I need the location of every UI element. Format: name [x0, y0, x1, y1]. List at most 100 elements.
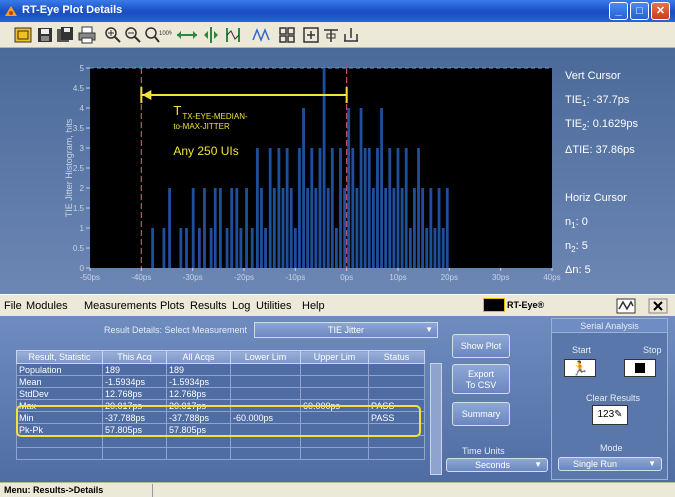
summary-button[interactable]: Summary — [452, 402, 510, 426]
maximize-button[interactable]: □ — [630, 2, 649, 20]
histogram-bar — [293, 228, 297, 268]
table-cell — [230, 387, 301, 400]
menu-utilities[interactable]: Utilities — [256, 300, 291, 312]
table-row[interactable] — [16, 435, 425, 448]
histogram-bar — [277, 148, 281, 268]
histogram-bar — [225, 228, 229, 268]
table-cell: 12.768ps — [102, 387, 167, 400]
clear-results-button[interactable]: 123✎ — [592, 405, 628, 425]
logo-mark-icon — [483, 298, 505, 312]
waveform-icon[interactable] — [252, 26, 270, 44]
close-button[interactable]: ✕ — [651, 2, 670, 20]
histogram-bar — [384, 188, 388, 268]
menu-results[interactable]: Results — [190, 300, 227, 312]
table-row[interactable]: Mean -1.5934ps -1.5934ps — [16, 375, 425, 388]
histogram-bar — [404, 148, 408, 268]
histogram-bar — [197, 228, 201, 268]
minimize-button[interactable]: _ — [609, 2, 628, 20]
delta-tie-readout: ΔTIE: 37.86ps — [565, 144, 635, 156]
menu-file[interactable]: File — [4, 300, 22, 312]
menu-bar: File Modules Measurements Plots Results … — [0, 294, 675, 316]
panel-close-icon[interactable] — [648, 298, 668, 314]
n2-readout: n2: 5 — [565, 240, 588, 255]
marker-icon[interactable] — [322, 26, 340, 44]
menu-help[interactable]: Help — [302, 300, 325, 312]
chevron-down-icon: ▼ — [648, 459, 656, 468]
zoom-out-icon[interactable] — [124, 26, 142, 44]
x-tick-label: -40ps — [131, 273, 151, 282]
table-cell — [102, 435, 167, 448]
histogram-bar — [213, 188, 217, 268]
start-button[interactable]: 🏃 — [564, 359, 596, 377]
serial-analysis-title: Serial Analysis — [552, 319, 667, 333]
histogram-bar — [151, 228, 155, 268]
zoom-box-icon[interactable] — [14, 26, 32, 44]
table-cell — [102, 447, 167, 460]
histogram-bar — [285, 148, 289, 268]
table-cell: -1.5934ps — [102, 375, 167, 388]
y-tick-label: 2.5 — [73, 164, 85, 173]
table-cell — [16, 447, 103, 460]
cursor-horizontal-icon[interactable] — [176, 26, 198, 44]
print-icon[interactable] — [78, 26, 96, 44]
layout-grid-icon[interactable] — [278, 26, 296, 44]
table-cell: 189 — [166, 363, 231, 376]
table-cell — [230, 435, 301, 448]
cursor-vertical-icon[interactable] — [200, 26, 222, 44]
histogram-bar — [203, 188, 206, 268]
baseline-icon[interactable] — [342, 26, 360, 44]
zoom-100-icon[interactable]: 100% — [144, 26, 172, 44]
cursor-both-icon[interactable] — [224, 26, 242, 44]
col-header-this-acq[interactable]: This Acq — [102, 350, 167, 364]
stop-square-icon — [635, 363, 645, 373]
histogram-bar — [367, 148, 371, 268]
col-header-status[interactable]: Status — [368, 350, 425, 364]
mode-select[interactable]: Single Run ▼ — [558, 457, 662, 471]
y-tick-label: 4.5 — [73, 84, 85, 93]
col-header-lower-lim[interactable]: Lower Lim — [230, 350, 301, 364]
menu-modules[interactable]: Modules — [26, 300, 68, 312]
histogram-bar — [421, 188, 425, 268]
table-scrollbar[interactable] — [430, 363, 442, 475]
col-header-result[interactable]: Result, Statistic — [16, 350, 103, 364]
menu-log[interactable]: Log — [232, 300, 250, 312]
y-tick-label: 3.5 — [73, 124, 85, 133]
histogram-bar — [363, 148, 367, 268]
menu-measurements[interactable]: Measurements — [84, 300, 157, 312]
histogram-bar — [371, 188, 375, 268]
histogram-bar — [334, 228, 338, 268]
histogram-bar — [245, 188, 248, 268]
histogram-chart[interactable]: 0 0.5 1 1.5 2 2.5 3 3.5 4 4.5 5 -50ps -40ps -30ps -20p… — [0, 48, 675, 294]
x-tick-label: -30ps — [183, 273, 203, 282]
table-row[interactable]: StdDev 12.768ps 12.768ps — [16, 387, 425, 400]
save-all-icon[interactable] — [56, 26, 74, 44]
histogram-bar — [388, 148, 392, 268]
save-icon[interactable] — [36, 26, 54, 44]
x-tick-label: 30ps — [492, 273, 509, 282]
x-tick-label: 0ps — [340, 273, 353, 282]
col-header-upper-lim[interactable]: Upper Lim — [300, 350, 369, 364]
table-cell — [300, 375, 369, 388]
window-title: RT-Eye Plot Details — [22, 4, 123, 16]
menu-plots[interactable]: Plots — [160, 300, 184, 312]
result-details-label: Result Details: Select Measurement — [104, 325, 248, 335]
measurement-select[interactable]: TIE Jitter ▼ — [254, 322, 438, 338]
clear-results-label: Clear Results — [586, 393, 641, 403]
histogram-bar — [218, 188, 222, 268]
stop-button[interactable] — [624, 359, 656, 377]
show-plot-button[interactable]: Show Plot — [452, 334, 510, 358]
col-header-all-acqs[interactable]: All Acqs — [166, 350, 231, 364]
table-row[interactable]: Population 189 189 — [16, 363, 425, 376]
time-units-select[interactable]: Seconds ▼ — [446, 458, 548, 472]
wave-toggle-icon[interactable] — [616, 298, 636, 314]
zoom-in-icon[interactable] — [104, 26, 122, 44]
histogram-bar — [191, 188, 195, 268]
fit-icon[interactable] — [302, 26, 320, 44]
y-tick-label: 3 — [80, 144, 85, 153]
histogram-bar — [318, 148, 322, 268]
status-bar: Menu: Results->Details — [0, 482, 675, 497]
vert-cursor-title: Vert Cursor — [565, 70, 621, 82]
table-row[interactable] — [16, 447, 425, 460]
histogram-bar — [162, 228, 166, 268]
export-csv-button[interactable]: Export To CSV — [452, 364, 510, 394]
